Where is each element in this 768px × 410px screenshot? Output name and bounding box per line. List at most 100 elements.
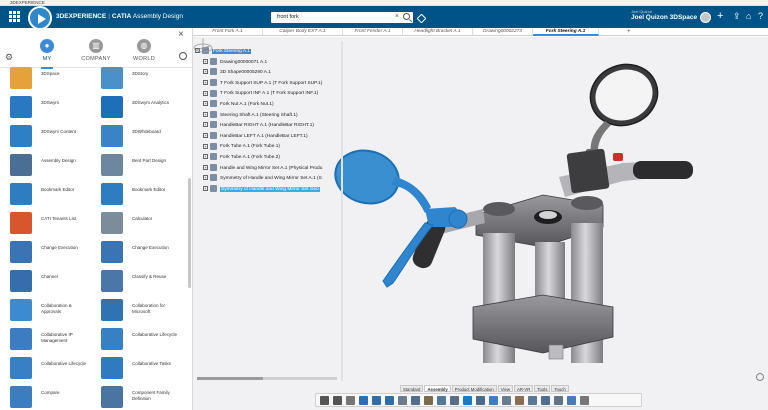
- insert-icon[interactable]: [398, 395, 407, 405]
- app-tile[interactable]: Collaborative Lifecycle: [91, 325, 179, 355]
- tree-node[interactable]: + Fork Nut A.1 (Fork Nut.1): [203, 100, 274, 109]
- app-tile[interactable]: 3DSwym Content: [0, 122, 88, 152]
- undo-icon[interactable]: [359, 395, 368, 405]
- tag-icon[interactable]: [416, 13, 427, 24]
- symmetry-icon[interactable]: [567, 395, 576, 405]
- left-mirror-stem[interactable]: [391, 177, 431, 213]
- app-tile[interactable]: Channel: [0, 267, 88, 297]
- document-tab[interactable]: Front Fender A.1: [343, 28, 403, 36]
- search-box[interactable]: front fork ×: [271, 12, 413, 23]
- app-tile[interactable]: Collaboration & Approvals: [0, 296, 88, 326]
- document-tab[interactable]: Fork Steering A.1: [533, 28, 599, 36]
- app-tile[interactable]: 3DStory: [91, 64, 179, 94]
- new-tab-plus-icon[interactable]: +: [627, 28, 631, 36]
- measure-icon[interactable]: [502, 395, 511, 405]
- section-tab[interactable]: Product Modification: [451, 385, 497, 392]
- tree-node[interactable]: + HandleBar RIGHT A.1 (HandleBar RIGHT.1): [203, 121, 314, 130]
- tree-scrollbar-vertical[interactable]: [341, 41, 343, 381]
- help-icon[interactable]: ?: [758, 10, 763, 22]
- update-icon[interactable]: [385, 395, 394, 405]
- expand-toggle-icon[interactable]: +: [203, 90, 208, 96]
- expand-toggle-icon[interactable]: +: [203, 101, 208, 107]
- app-tile[interactable]: 3DSpace: [0, 64, 88, 94]
- app-tile[interactable]: 3DWhiteboard: [91, 122, 179, 152]
- section-tab[interactable]: Tools: [534, 385, 551, 392]
- section-tab[interactable]: AR-VR: [513, 385, 534, 392]
- document-tab[interactable]: Caliper Body EXT A.1: [263, 28, 343, 36]
- tree-node[interactable]: + Handle and Wing Mirror Set A.1 (Physica…: [203, 163, 322, 173]
- render-icon[interactable]: [541, 395, 550, 405]
- tree-node[interactable]: + T Fork Support SUP A.1 (T Fork Support …: [203, 79, 322, 88]
- section-tab[interactable]: Assembly: [424, 385, 451, 392]
- app-tile[interactable]: Collaborative Tasks: [91, 354, 179, 384]
- constraint-icon[interactable]: [476, 395, 485, 405]
- panel-search-icon[interactable]: [179, 52, 187, 60]
- document-tab[interactable]: Headlight Bracket A.1: [403, 28, 473, 36]
- app-tile[interactable]: Assembly Design: [0, 151, 88, 181]
- tree-node[interactable]: + Drawing00000071 A.1: [203, 57, 267, 67]
- tree-node[interactable]: + Symmetry of Handle and Wing Mirror Set …: [203, 185, 320, 194]
- app-tile[interactable]: Collaborative Lifecycle: [0, 354, 88, 384]
- menu-icon[interactable]: [9, 11, 21, 23]
- home-icon[interactable]: ⌂: [746, 10, 751, 22]
- clear-search-icon[interactable]: ×: [395, 13, 399, 20]
- cut-icon[interactable]: [320, 395, 329, 405]
- section-icon[interactable]: [528, 395, 537, 405]
- section-tab[interactable]: Standard: [400, 385, 424, 392]
- snap-icon[interactable]: [437, 395, 446, 405]
- app-tile[interactable]: Change Execution: [0, 238, 88, 268]
- tree-node[interactable]: + T Fork Support INF A.1 (T Fork Support …: [203, 89, 318, 98]
- document-tab[interactable]: Drawing00002273: [473, 28, 533, 36]
- expand-toggle-icon[interactable]: +: [203, 58, 208, 64]
- tab-world[interactable]: ◍ WORLD: [124, 39, 164, 62]
- compass-logo-icon[interactable]: [28, 6, 52, 30]
- 3d-viewport[interactable]: − Fork Steering A.1 + Drawing00000071 A.1 +3…: [193, 37, 768, 410]
- tree-node[interactable]: + Symmetry of Handle and Wing Mirror Set …: [203, 174, 322, 183]
- view-compass-icon[interactable]: [193, 37, 213, 53]
- plus-icon[interactable]: +: [717, 10, 723, 22]
- expand-toggle-icon[interactable]: +: [203, 122, 208, 128]
- clash-icon[interactable]: [515, 395, 524, 405]
- user-info[interactable]: Joel Quizon Joel Quizon 3DSpace: [631, 9, 697, 21]
- tree-node[interactable]: + Steering Shaft A.1 (Steering Shaft.1): [203, 110, 298, 120]
- expand-toggle-icon[interactable]: +: [203, 175, 208, 181]
- more-icon[interactable]: [580, 395, 589, 405]
- avatar[interactable]: [700, 12, 711, 23]
- app-list-scrollbar[interactable]: [188, 178, 191, 288]
- app-tile[interactable]: Bookmark Editor: [91, 180, 179, 210]
- gear-icon[interactable]: ⚙: [5, 52, 13, 63]
- app-tile[interactable]: Bookmark Editor: [0, 180, 88, 210]
- tree-node[interactable]: + Fork Tube A.1 (Fork Tube.1): [203, 142, 280, 151]
- app-tile[interactable]: Bent Part Design: [91, 151, 179, 181]
- explode-icon[interactable]: [450, 395, 459, 405]
- paste-icon[interactable]: [346, 395, 355, 405]
- user-name[interactable]: Joel Quizon 3DSpace: [631, 14, 697, 21]
- expand-toggle-icon[interactable]: +: [203, 186, 208, 192]
- engineering-connection-icon[interactable]: [411, 395, 420, 405]
- tab-my[interactable]: ● MY: [27, 39, 67, 69]
- share-icon[interactable]: ⇪: [733, 10, 741, 22]
- app-tile[interactable]: Collaborative IP Management: [0, 325, 88, 355]
- app-tile[interactable]: Classify & Reuse: [91, 267, 179, 297]
- lever-pivot-selected[interactable]: [448, 209, 468, 229]
- expand-toggle-icon[interactable]: +: [203, 133, 208, 139]
- close-icon[interactable]: ×: [178, 29, 184, 40]
- tree-node[interactable]: + Fork Tube A.1 (Fork Tube.2): [203, 153, 280, 162]
- expand-toggle-icon[interactable]: +: [203, 80, 208, 86]
- robot-icon[interactable]: [756, 373, 764, 381]
- app-tile[interactable]: Compare: [0, 383, 88, 410]
- expand-toggle-icon[interactable]: +: [203, 69, 208, 75]
- contact-icon[interactable]: [489, 395, 498, 405]
- pattern-icon[interactable]: [554, 395, 563, 405]
- search-input[interactable]: front fork: [277, 14, 299, 20]
- tree-node[interactable]: +3D Shape00005290 A.1: [203, 68, 271, 77]
- app-tile[interactable]: Component Family Definition: [91, 383, 179, 410]
- app-tile[interactable]: CATI Tenants List: [0, 209, 88, 239]
- tab-company[interactable]: ▥ COMPANY: [76, 39, 116, 62]
- tree-node[interactable]: + HandleBar LEFT A.1 (HandleBar LEFT.1): [203, 132, 308, 141]
- app-tile[interactable]: Collaboration for Microsoft: [91, 296, 179, 326]
- tree-scrollbar-horizontal[interactable]: [197, 377, 337, 380]
- expand-toggle-icon[interactable]: +: [203, 154, 208, 160]
- section-tab[interactable]: Touch: [551, 385, 569, 392]
- section-tab[interactable]: View: [497, 385, 513, 392]
